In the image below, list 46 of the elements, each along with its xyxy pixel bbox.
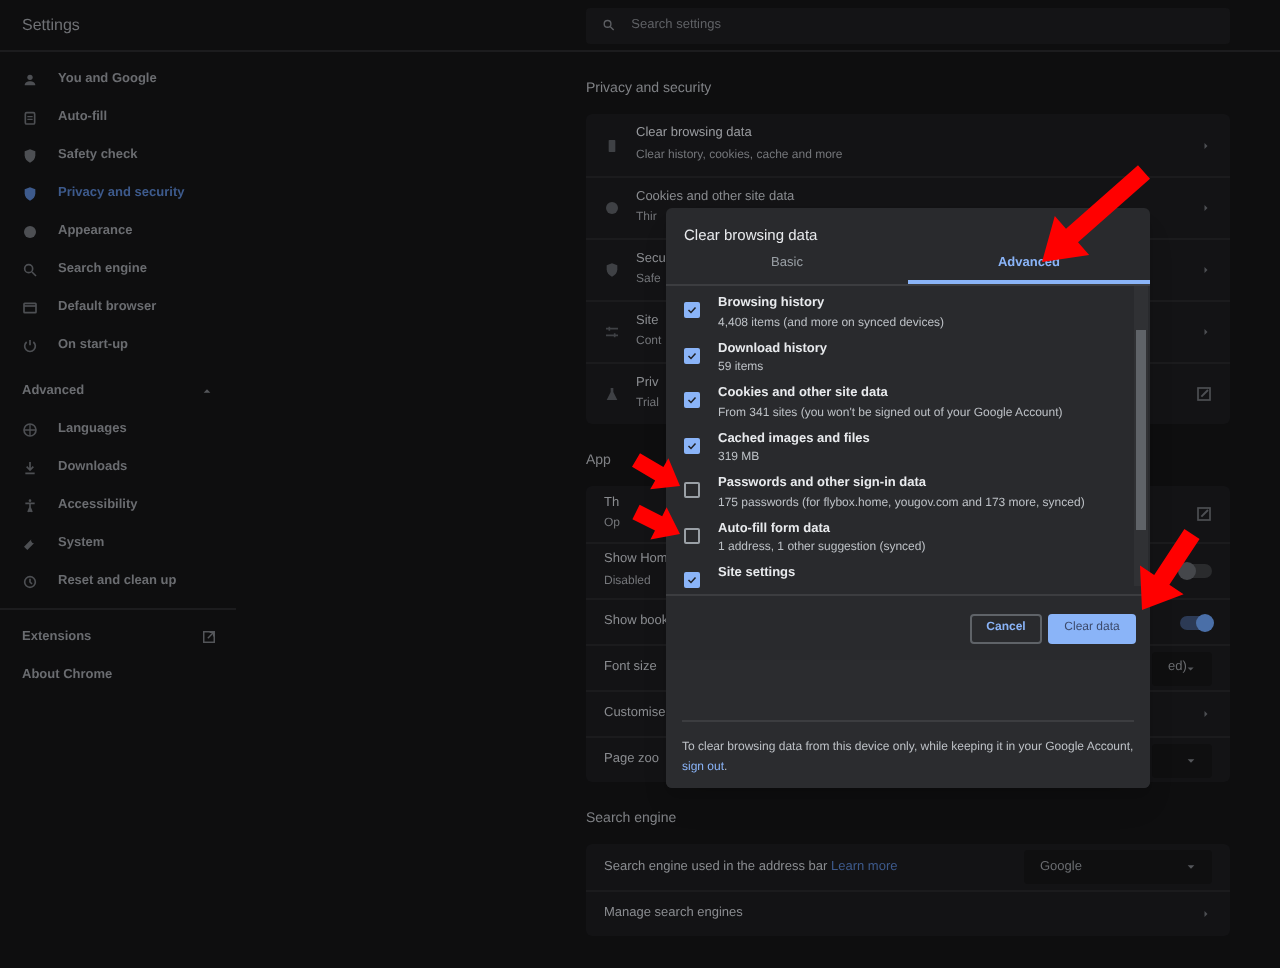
chevron-right-icon (1200, 326, 1212, 338)
checkbox[interactable] (684, 437, 700, 453)
edit-icon (1196, 506, 1212, 522)
annotation-arrow (632, 504, 680, 540)
accessibility-icon (22, 497, 38, 513)
search-icon (602, 18, 616, 32)
toggle-switch[interactable] (1180, 564, 1212, 578)
toggle-switch[interactable] (1180, 615, 1212, 629)
chevron-right-icon (1200, 708, 1212, 720)
checkbox[interactable] (684, 482, 700, 498)
page-title: Settings (20, 13, 82, 37)
checkmark-icon (686, 304, 698, 316)
checkbox[interactable] (684, 347, 700, 363)
flask-icon (604, 386, 620, 402)
chevron-right-icon (1200, 908, 1212, 920)
clock-icon (22, 573, 38, 589)
caret-up-icon (202, 386, 212, 396)
person-icon (22, 71, 38, 87)
checkmark-icon (686, 574, 698, 586)
clipboard-icon (22, 109, 38, 125)
chevron-right-icon (1200, 139, 1212, 151)
checkbox[interactable] (684, 392, 700, 408)
chevron-right-icon (1200, 264, 1212, 276)
annotation-arrow (1140, 529, 1200, 610)
shield-icon (604, 262, 620, 278)
chevron-right-icon (1200, 202, 1212, 214)
checkbox[interactable] (684, 527, 700, 543)
caret-down-icon (1186, 862, 1196, 872)
checkbox[interactable] (684, 572, 700, 588)
sliders-icon (604, 324, 620, 340)
caret-down-icon (1186, 663, 1196, 673)
edit-icon (1196, 386, 1212, 402)
scrollbar[interactable] (1134, 286, 1148, 586)
caret-down-icon (1186, 755, 1196, 765)
browser-window-icon (22, 299, 38, 315)
download-icon (22, 459, 38, 475)
shield-icon (22, 185, 38, 201)
checkmark-icon (686, 349, 698, 361)
annotation-arrow (632, 453, 680, 490)
globe-icon (22, 421, 38, 437)
external-link-icon (202, 630, 216, 644)
checkmark-icon (686, 394, 698, 406)
checkmark-icon (686, 439, 698, 451)
power-icon (22, 337, 38, 353)
checkbox[interactable] (684, 302, 700, 318)
search-icon (22, 261, 38, 277)
